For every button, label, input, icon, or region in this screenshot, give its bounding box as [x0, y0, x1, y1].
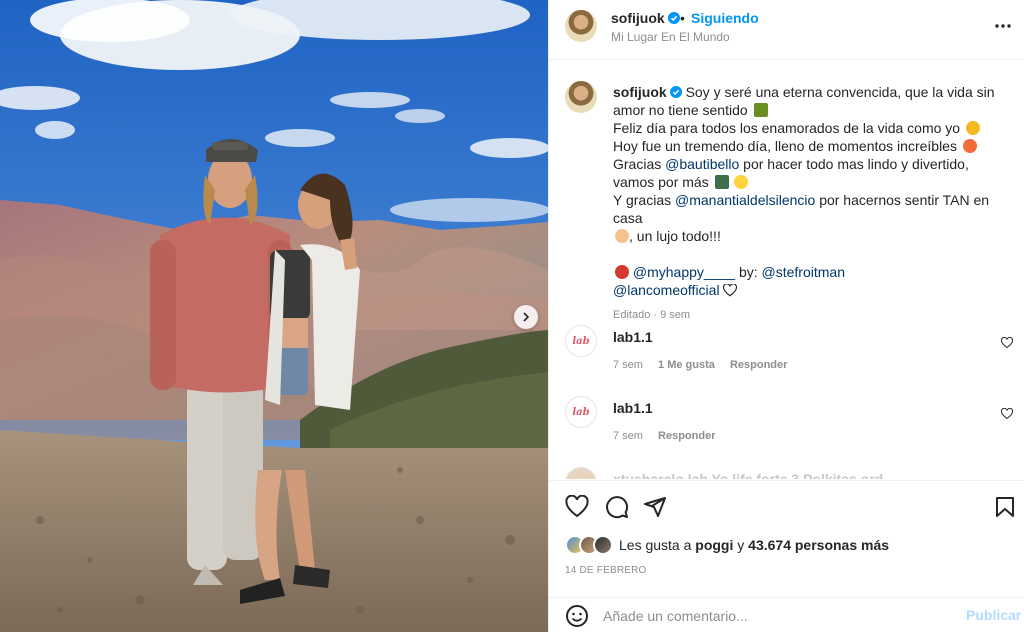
caption-credit-by: by:	[738, 264, 758, 280]
likes-text[interactable]: Les gusta a poggi y 43.674 personas más	[619, 537, 889, 553]
separator-dot: •	[680, 10, 685, 26]
mention-manantialdelsilencio[interactable]: @manantialdelsilencio	[675, 192, 815, 208]
reply-button[interactable]: Responder	[658, 430, 715, 442]
bookmark-icon[interactable]	[993, 495, 1017, 519]
likes-count: 43.674 personas más	[748, 537, 890, 553]
post-location[interactable]: Mi Lugar En El Mundo	[611, 30, 730, 44]
emoji-picker-icon[interactable]	[565, 604, 589, 628]
caption-line-3: Hoy fue un tremendo día, lleno de moment…	[613, 138, 957, 154]
white-heart-emoji-icon	[723, 283, 738, 297]
comment-likes-count[interactable]: 1 Me gusta	[658, 359, 715, 371]
caption-line-2: Feliz día para todos los enamorados de l…	[613, 120, 961, 136]
post-photo[interactable]	[0, 0, 548, 632]
caption-line-4-pre: Gracias	[613, 156, 662, 172]
comment-item: lab lab1.1 7 sem Responder	[565, 396, 1013, 456]
likes-summary: Les gusta a poggi y 43.674 personas más	[565, 533, 889, 557]
partial-comment-text: xtusharelo lab Yo life forte 3 Polkitas …	[613, 471, 884, 479]
send-icon[interactable]	[643, 495, 667, 519]
liker-username: poggi	[695, 537, 734, 553]
comment-meta: 7 sem Responder	[613, 430, 728, 442]
like-comment-heart-icon[interactable]	[1001, 408, 1013, 420]
commenter-avatar[interactable]	[565, 467, 597, 479]
post-actions: Les gusta a poggi y 43.674 personas más …	[549, 480, 1024, 632]
comment-input[interactable]	[603, 606, 943, 626]
publish-button[interactable]: Publicar	[966, 607, 1021, 623]
commenter-avatar[interactable]: lab	[565, 325, 597, 357]
mention-myhappy[interactable]: @myhappy____	[633, 264, 735, 280]
verified-badge-icon	[667, 12, 680, 24]
comments-section[interactable]: sofijuok Soy y seré una eterna convencid…	[549, 61, 1024, 479]
comment-item-partial: xtusharelo lab Yo life forte 3 Polkitas …	[565, 467, 1009, 479]
add-comment-bar: Publicar	[549, 597, 1024, 632]
comment-time: 7 sem	[613, 359, 643, 371]
author-avatar[interactable]	[565, 10, 597, 42]
star-eyes-emoji-icon	[962, 139, 977, 153]
commenter-username[interactable]: lab1.1	[613, 329, 653, 345]
caption-line-5-end: , un lujo todo!!!	[629, 228, 721, 244]
next-photo-button[interactable]	[514, 305, 538, 329]
author-username[interactable]: sofijuok	[611, 10, 680, 26]
mention-stefroitman[interactable]: @stefroitman	[762, 264, 845, 280]
commenter-username[interactable]: lab1.1	[613, 400, 653, 416]
like-comment-heart-icon[interactable]	[1001, 337, 1013, 349]
mention-lancomeofficial[interactable]: @lancomeofficial	[613, 282, 720, 298]
devil-emoji-icon	[615, 265, 629, 279]
car-emoji-icon	[714, 175, 729, 189]
caption-edited-time: Editado · 9 sem	[613, 309, 691, 321]
photo-scene	[0, 0, 548, 632]
caption-username[interactable]: sofijuok	[613, 84, 667, 100]
mention-bautibello[interactable]: @bautibello	[665, 156, 739, 172]
praying-hands-emoji-icon	[615, 229, 629, 243]
liker-avatar[interactable]	[593, 535, 613, 555]
post-panel: sofijuok • Siguiendo Mi Lugar En El Mund…	[548, 0, 1024, 632]
verified-badge-icon	[669, 86, 682, 98]
post-header: sofijuok • Siguiendo Mi Lugar En El Mund…	[549, 0, 1024, 60]
comment-meta: 7 sem 1 Me gusta Responder	[613, 359, 799, 371]
caption-avatar[interactable]	[565, 81, 597, 113]
heart-icon[interactable]	[565, 495, 589, 519]
grinning-emoji-icon	[965, 121, 980, 135]
following-button[interactable]: Siguiendo	[691, 10, 759, 26]
post-date[interactable]: 14 DE FEBRERO	[565, 565, 647, 576]
reply-button[interactable]: Responder	[730, 359, 787, 371]
comment-icon[interactable]	[605, 495, 629, 519]
chevron-right-icon	[523, 312, 530, 322]
caption-line-5-pre: Y gracias	[613, 192, 672, 208]
yellow-heart-emoji-icon	[734, 175, 749, 189]
sparkle-emoji-icon	[753, 103, 768, 117]
commenter-avatar[interactable]: lab	[565, 396, 597, 428]
more-horizontal-icon[interactable]	[993, 16, 1013, 36]
comment-item: lab lab1.1 7 sem 1 Me gusta Responder	[565, 325, 1013, 385]
caption-text: sofijuok Soy y seré una eterna convencid…	[613, 83, 1013, 299]
comment-time: 7 sem	[613, 430, 643, 442]
